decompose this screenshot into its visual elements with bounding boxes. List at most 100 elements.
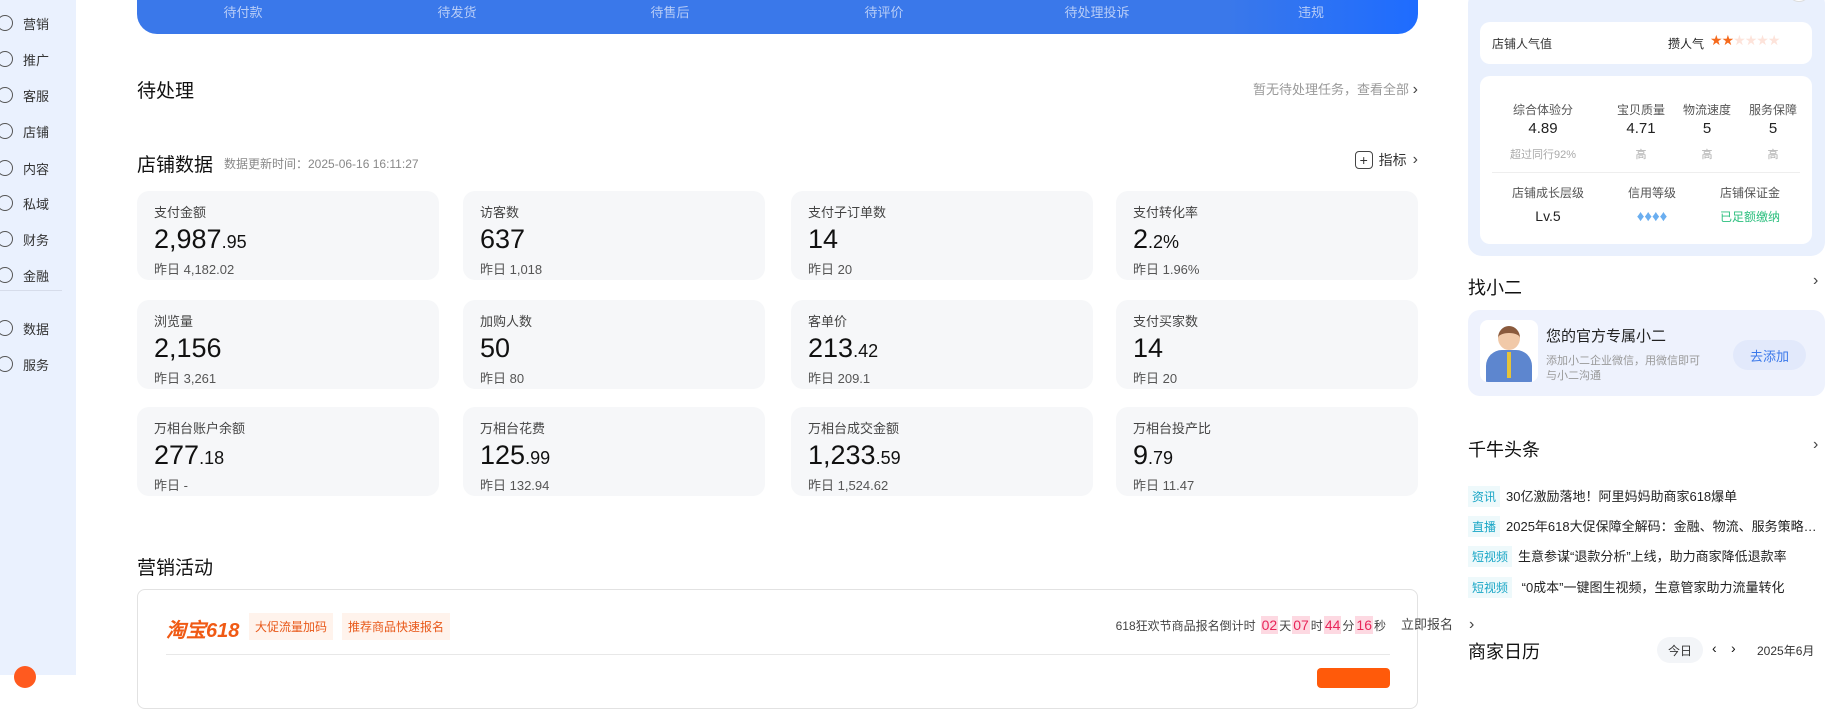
- popularity-stars: ★★★★★★: [1710, 32, 1780, 49]
- sidebar-item-1[interactable]: 推广: [0, 47, 49, 71]
- metric-card[interactable]: 支付金额 2,987.95 昨日 4,182.02: [137, 191, 439, 280]
- metric-value: 2,156: [154, 333, 422, 366]
- metric-label: 访客数: [480, 205, 520, 220]
- metric-card[interactable]: 加购人数 50 昨日 80: [463, 300, 765, 389]
- metric-card[interactable]: 万相台账户余额 277.18 昨日 -: [137, 407, 439, 496]
- metric-value-int: 2,156: [154, 333, 222, 363]
- sidebar-item-2[interactable]: 客服: [0, 83, 49, 107]
- headline-item[interactable]: 直播 2025年618大促保障全解码：金融、物流、服务策略全面升级: [1468, 516, 1828, 537]
- headline-text: 2025年618大促保障全解码：金融、物流、服务策略全面升级: [1506, 519, 1828, 534]
- order-tab[interactable]: 待售后: [650, 2, 689, 21]
- metric-card[interactable]: 客单价 213.42 昨日 209.1: [791, 300, 1093, 389]
- pending-title: 待处理: [137, 81, 195, 102]
- metric-yesterday: 昨日 20: [808, 262, 853, 277]
- next-month-icon[interactable]: ›: [1731, 640, 1736, 656]
- countdown: 618狂欢节商品报名倒计时 02 天 07 时 44 分 16 秒: [1116, 616, 1386, 634]
- prev-month-icon[interactable]: ‹: [1712, 640, 1717, 656]
- metric-label: 万相台账户余额: [154, 421, 246, 436]
- headline-item[interactable]: 资讯 30亿激励落地！阿里妈妈助商家618爆单: [1468, 486, 1828, 507]
- metric-card[interactable]: 万相台花费 125.99 昨日 132.94: [463, 407, 765, 496]
- signup-link[interactable]: 立即报名 ›: [1401, 614, 1474, 634]
- metric-card[interactable]: 支付子订单数 14 昨日 20: [791, 191, 1093, 280]
- chevron-right-icon[interactable]: ›: [1813, 436, 1818, 454]
- score-bottom-label: 店铺成长层级: [1511, 186, 1585, 200]
- sidebar-item-9[interactable]: 服务: [0, 352, 49, 376]
- order-status-banner: 待付款 待发货 待售后 待评价 待处理投诉 违规: [137, 0, 1418, 34]
- store-data-title: 店铺数据: [137, 155, 214, 176]
- plus-square-icon: +: [1354, 151, 1373, 169]
- metric-value-dec: .18: [199, 448, 225, 468]
- sidebar-item-0[interactable]: 营销: [0, 11, 49, 35]
- metric-value-int: 2: [1133, 224, 1149, 254]
- view-all-pending-link[interactable]: 暂无待处理任务，查看全部 ›: [1253, 79, 1418, 99]
- diamond-icon: ♦: [1652, 208, 1660, 225]
- metric-card[interactable]: 万相台投产比 9.79 昨日 11.47: [1116, 407, 1418, 496]
- sidebar-item-5[interactable]: 私域: [0, 191, 49, 215]
- metric-card[interactable]: 访客数 637 昨日 1,018: [463, 191, 765, 280]
- chart-icon: [0, 320, 13, 336]
- metric-value: 637: [480, 224, 748, 257]
- today-button[interactable]: 今日: [1657, 637, 1703, 663]
- sidebar-item-3[interactable]: 店铺: [0, 119, 49, 143]
- countdown-days: 02: [1260, 616, 1279, 634]
- metrics-button[interactable]: + 指标 ›: [1354, 150, 1418, 170]
- metric-value-dec: .2%: [1148, 232, 1180, 252]
- headline-item[interactable]: 短视频 “0成本”一键图生视频，生意管家助力流量转化: [1468, 577, 1828, 598]
- headline-tag: 资讯: [1468, 486, 1501, 507]
- metric-value: 277.18: [154, 440, 422, 473]
- order-tab[interactable]: 违规: [1298, 2, 1324, 21]
- metric-value: 50: [480, 333, 748, 366]
- order-tab[interactable]: 待评价: [864, 2, 903, 21]
- sidebar-item-7[interactable]: 金融: [0, 263, 49, 287]
- sidebar-item-label: 店铺: [23, 124, 50, 140]
- unit: 分: [1342, 618, 1355, 633]
- unit: 天: [1279, 618, 1292, 633]
- view-all-label: 暂无待处理任务，查看全部: [1253, 82, 1410, 97]
- metric-value: 1,233.59: [808, 440, 1076, 473]
- countdown-hours: 07: [1292, 616, 1310, 634]
- sidebar-item-label: 财务: [23, 232, 50, 248]
- xiaoer-card-title: 您的官方专属小二: [1546, 328, 1667, 345]
- metric-value-int: 14: [808, 224, 839, 254]
- countdown-secs: 16: [1355, 616, 1373, 634]
- metric-card[interactable]: 浏览量 2,156 昨日 3,261: [137, 300, 439, 389]
- sidebar-item-label: 推广: [23, 52, 50, 68]
- metric-yesterday: 昨日 132.94: [480, 478, 550, 493]
- metric-card[interactable]: 支付买家数 14 昨日 20: [1116, 300, 1418, 389]
- headline-item[interactable]: 短视频 生意参谋“退款分析”上线，助力商家降低退款率: [1468, 546, 1828, 567]
- metric-value-int: 277: [154, 440, 200, 470]
- score-value: 4.71: [1626, 120, 1656, 137]
- metric-value-int: 637: [480, 224, 526, 254]
- chevron-right-icon: ›: [1412, 151, 1418, 168]
- chevron-right-icon[interactable]: ›: [1813, 272, 1818, 290]
- metric-card[interactable]: 支付转化率 2.2% 昨日 1.96%: [1116, 191, 1418, 280]
- xiaoer-card: 您的官方专属小二 添加小二企业微信，用微信即可 与小二沟通 去添加: [1468, 310, 1825, 396]
- headline-text: “0成本”一键图生视频，生意管家助力流量转化: [1518, 580, 1785, 595]
- order-tab[interactable]: 待付款: [223, 2, 262, 21]
- assistant-icon[interactable]: [14, 666, 36, 688]
- metric-yesterday: 昨日 4,182.02: [154, 262, 235, 277]
- sidebar-item-8[interactable]: 数据: [0, 316, 49, 340]
- score-value: 5: [1768, 120, 1778, 137]
- xiaoer-title: 找小二: [1468, 278, 1522, 298]
- metric-value: 14: [1133, 333, 1401, 366]
- sidebar-item-label: 内容: [23, 161, 50, 177]
- order-tab[interactable]: 待处理投诉: [1064, 2, 1129, 21]
- metric-label: 客单价: [808, 314, 848, 329]
- metric-label: 浏览量: [154, 314, 194, 329]
- sidebar-item-4[interactable]: 内容: [0, 156, 49, 180]
- metric-value-dec: .99: [525, 448, 551, 468]
- headline-text: 30亿激励落地！阿里妈妈助商家618爆单: [1506, 489, 1738, 504]
- sidebar-item-6[interactable]: 财务: [0, 227, 49, 251]
- sidebar-item-label: 数据: [23, 321, 50, 337]
- metric-card[interactable]: 万相台成交金额 1,233.59 昨日 1,524.62: [791, 407, 1093, 496]
- sidebar-item-label: 客服: [23, 88, 50, 104]
- signup-button[interactable]: [1317, 668, 1390, 688]
- order-tab[interactable]: 待发货: [437, 2, 476, 21]
- metric-value: 2.2%: [1133, 224, 1401, 257]
- metric-label: 万相台成交金额: [808, 421, 900, 436]
- score-bottom-value: Lv.5: [1535, 208, 1561, 224]
- marketing-title: 营销活动: [137, 558, 214, 579]
- gain-popularity-link[interactable]: 攒人气: [1668, 35, 1704, 52]
- add-xiaoer-button[interactable]: 去添加: [1733, 340, 1806, 370]
